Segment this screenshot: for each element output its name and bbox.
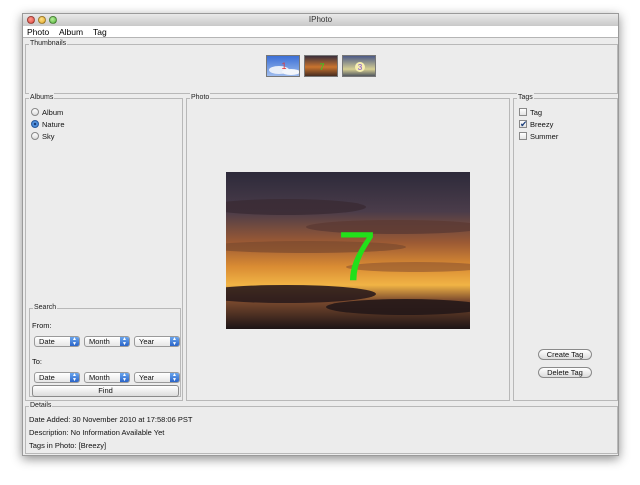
create-tag-button[interactable]: Create Tag [538, 349, 592, 360]
select-arrows-icon: ▲ ▼ [70, 337, 79, 346]
menu-tag[interactable]: Tag [93, 27, 107, 37]
select-arrows-icon: ▲ ▼ [120, 373, 129, 382]
checkbox-checked-icon[interactable]: ✔ [519, 120, 528, 129]
thumbnail-2[interactable]: 7 [304, 55, 338, 77]
search-legend: Search [33, 303, 58, 313]
tag-option-label: Summer [530, 131, 559, 141]
album-option-label: Nature [42, 119, 65, 129]
detail-date-added: Date Added: 30 November 2010 at 17:58:06… [29, 415, 193, 424]
thumbnails-legend: Thumbnails [29, 39, 68, 49]
radio-icon[interactable] [31, 132, 39, 140]
detail-tags-in-photo: Tags in Photo: [Breezy] [29, 441, 107, 450]
to-month-select[interactable]: Month ▲ ▼ [84, 372, 130, 383]
to-date-value: Date [39, 373, 55, 382]
from-label: From: [32, 321, 52, 330]
checkbox-icon[interactable] [519, 108, 527, 116]
to-year-select[interactable]: Year ▲ ▼ [134, 372, 180, 383]
svg-text:7: 7 [319, 62, 324, 72]
thumbnails-panel: Thumbnails 1 7 3 [25, 39, 618, 94]
from-month-select[interactable]: Month ▲ ▼ [84, 336, 130, 347]
to-label: To: [32, 357, 43, 366]
photo-overlay-number: 7 [338, 217, 377, 295]
tags-legend: Tags [517, 93, 534, 103]
tag-option-summer[interactable]: Summer [519, 131, 558, 141]
from-year-select[interactable]: Year ▲ ▼ [134, 336, 180, 347]
radio-icon[interactable] [31, 108, 39, 116]
from-year-value: Year [139, 337, 155, 346]
details-legend: Details [29, 401, 53, 411]
to-year-value: Year [139, 373, 155, 382]
menu-album[interactable]: Album [59, 27, 83, 37]
tag-option-label: Breezy [530, 119, 554, 129]
album-option-label: Album [42, 107, 64, 117]
tags-panel: Tags Tag ✔ Breezy Summer Create Tag Dele… [513, 93, 618, 401]
photo-panel: Photo 7 [186, 93, 510, 401]
select-arrows-icon: ▲ ▼ [70, 373, 79, 382]
delete-tag-button[interactable]: Delete Tag [538, 367, 592, 378]
radio-selected-icon[interactable] [31, 120, 39, 128]
details-panel: Details Date Added: 30 November 2010 at … [25, 401, 618, 454]
album-option-nature[interactable]: Nature [31, 119, 65, 129]
albums-panel: Albums Album Nature Sky Search From: Dat… [25, 93, 183, 401]
tag-option-tag[interactable]: Tag [519, 107, 542, 117]
album-option-sky[interactable]: Sky [31, 131, 55, 141]
photo-legend: Photo [190, 93, 211, 103]
select-arrows-icon: ▲ ▼ [120, 337, 129, 346]
from-date-value: Date [39, 337, 55, 346]
album-option-label: Sky [42, 131, 55, 141]
album-option-album[interactable]: Album [31, 107, 63, 117]
from-month-value: Month [89, 337, 110, 346]
checkbox-icon[interactable] [519, 132, 527, 140]
to-month-value: Month [89, 373, 110, 382]
select-arrows-icon: ▲ ▼ [170, 337, 179, 346]
svg-text:3: 3 [358, 63, 363, 72]
albums-legend: Albums [29, 93, 55, 103]
svg-text:1: 1 [281, 61, 286, 71]
window-title: IPhoto [308, 15, 333, 24]
select-arrows-icon: ▲ ▼ [170, 373, 179, 382]
menu-photo[interactable]: Photo [27, 27, 49, 37]
main-photo: 7 [196, 172, 486, 329]
search-panel: Search From: Date ▲ ▼ Month ▲ ▼ Year ▲ ▼ To… [29, 303, 181, 397]
detail-description: Description: No Information Available Ye… [29, 428, 165, 437]
app-window: IPhoto Photo Album Tag Thumbnails 1 7 3 … [22, 13, 619, 456]
thumbnail-3[interactable]: 3 [342, 55, 376, 77]
thumbnail-1[interactable]: 1 [266, 55, 300, 77]
tag-option-label: Tag [530, 107, 543, 117]
to-date-select[interactable]: Date ▲ ▼ [34, 372, 80, 383]
menu-bar: Photo Album Tag [23, 26, 618, 38]
from-date-select[interactable]: Date ▲ ▼ [34, 336, 80, 347]
tag-option-breezy[interactable]: ✔ Breezy [519, 119, 553, 129]
find-button[interactable]: Find [32, 385, 179, 397]
